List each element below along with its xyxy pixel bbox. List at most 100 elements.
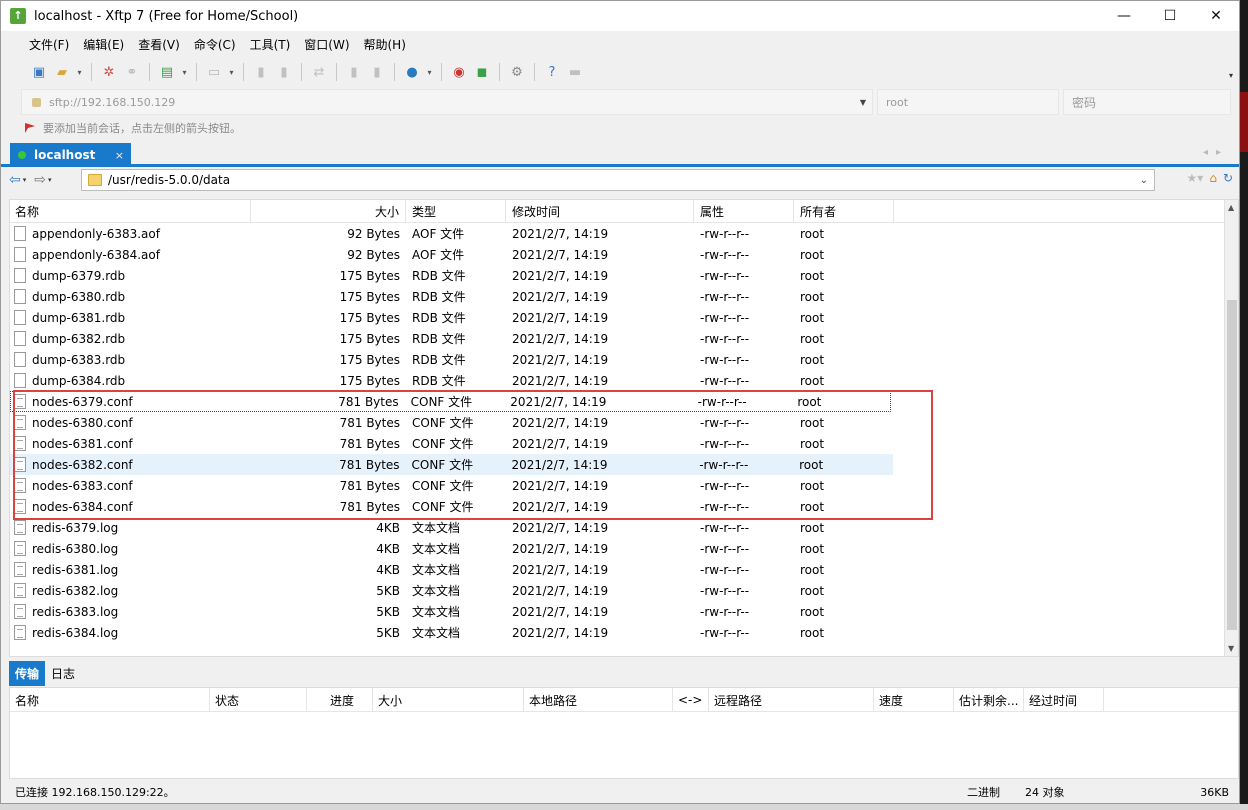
file-row[interactable]: dump-6379.rdb 175 Bytes RDB 文件 2021/2/7,… xyxy=(10,265,1238,286)
close-button[interactable]: ✕ xyxy=(1193,1,1239,31)
sync-icon[interactable]: ⇄ xyxy=(309,62,329,82)
add-session-arrow-icon[interactable] xyxy=(25,123,35,133)
view-icon[interactable]: ▭ xyxy=(204,62,224,82)
disconnect-icon[interactable]: ✲ xyxy=(99,62,119,82)
transfer-column-size[interactable]: 大小 xyxy=(373,688,524,712)
transfer-column-status[interactable]: 状态 xyxy=(210,688,307,712)
file-row[interactable]: appendonly-6383.aof 92 Bytes AOF 文件 2021… xyxy=(10,223,1238,244)
xftp-icon[interactable]: ◼ xyxy=(472,62,492,82)
password-input[interactable]: 密码 xyxy=(1063,89,1231,115)
file-row[interactable]: dump-6381.rdb 175 Bytes RDB 文件 2021/2/7,… xyxy=(10,307,1238,328)
file-row[interactable]: nodes-6383.conf 781 Bytes CONF 文件 2021/2… xyxy=(10,475,1238,496)
file-row-hovered[interactable]: nodes-6382.conf 781 Bytes CONF 文件 2021/2… xyxy=(10,454,893,475)
tab-close-icon[interactable]: × xyxy=(115,149,124,162)
file-name: dump-6382.rdb xyxy=(32,331,126,346)
chat-icon[interactable]: ▬ xyxy=(565,62,585,82)
transfer-up-icon[interactable]: ▮ xyxy=(344,62,364,82)
menu-edit[interactable]: 编辑(E) xyxy=(83,36,124,53)
text-file-icon xyxy=(14,415,26,430)
file-row[interactable]: redis-6379.log 4KB 文本文档 2021/2/7, 14:19 … xyxy=(10,517,1238,538)
transfer-down-icon[interactable]: ▮ xyxy=(367,62,387,82)
maximize-button[interactable]: ☐ xyxy=(1147,1,1193,31)
forward-arrow-icon[interactable]: ⇨ xyxy=(34,172,46,188)
menu-file[interactable]: 文件(F) xyxy=(29,36,69,53)
path-input[interactable]: /usr/redis-5.0.0/data ⌄ xyxy=(81,169,1155,191)
file-row[interactable]: nodes-6380.conf 781 Bytes CONF 文件 2021/2… xyxy=(10,412,1238,433)
transfer-mode[interactable]: 二进制 xyxy=(967,784,1025,800)
scroll-up-icon[interactable]: ▲ xyxy=(1228,203,1234,212)
file-row[interactable]: redis-6384.log 5KB 文本文档 2021/2/7, 14:19 … xyxy=(10,622,1238,643)
file-row[interactable]: redis-6381.log 4KB 文本文档 2021/2/7, 14:19 … xyxy=(10,559,1238,580)
menu-command[interactable]: 命令(C) xyxy=(194,36,236,53)
column-size[interactable]: 大小 xyxy=(251,200,406,223)
file-row[interactable]: nodes-6384.conf 781 Bytes CONF 文件 2021/2… xyxy=(10,496,1238,517)
new-session-icon[interactable]: ▣ xyxy=(29,62,49,82)
scroll-down-icon[interactable]: ▼ xyxy=(1228,644,1234,653)
file-row[interactable]: appendonly-6384.aof 92 Bytes AOF 文件 2021… xyxy=(10,244,1238,265)
title-bar[interactable]: ↑ localhost - Xftp 7 (Free for Home/Scho… xyxy=(1,1,1239,31)
open-folder-icon[interactable]: ▰ xyxy=(52,62,72,82)
username-input[interactable]: root xyxy=(877,89,1059,115)
remote-file-list[interactable]: ⌃ 名称 大小 类型 修改时间 属性 所有者 appendonly-6383.a… xyxy=(9,199,1239,657)
file-row[interactable]: redis-6383.log 5KB 文本文档 2021/2/7, 14:19 … xyxy=(10,601,1238,622)
file-modified: 2021/2/7, 14:19 xyxy=(512,310,609,325)
globe-icon[interactable]: ● xyxy=(402,62,422,82)
globe-dropdown-icon[interactable]: ▾ xyxy=(425,62,434,82)
column-owner[interactable]: 所有者 xyxy=(794,200,894,223)
tab-localhost[interactable]: localhost × xyxy=(10,143,131,167)
transfer-column-remote-path[interactable]: 远程路径 xyxy=(709,688,874,712)
minimize-button[interactable]: — xyxy=(1101,1,1147,31)
help-icon[interactable]: ? xyxy=(542,62,562,82)
transfer-column-eta[interactable]: 估计剩余... xyxy=(954,688,1024,712)
copy-icon[interactable]: ▮ xyxy=(251,62,271,82)
tab-scroll-icons[interactable]: ◂▸ xyxy=(1203,147,1229,158)
open-dropdown-icon[interactable]: ▾ xyxy=(75,62,84,82)
file-row-focused[interactable]: nodes-6379.conf 781 Bytes CONF 文件 2021/2… xyxy=(10,391,891,412)
menu-window[interactable]: 窗口(W) xyxy=(304,36,349,53)
transfer-column-elapsed[interactable]: 经过时间 xyxy=(1024,688,1104,712)
host-input[interactable]: sftp://192.168.150.129 ▼ xyxy=(21,89,873,115)
file-row[interactable]: redis-6380.log 4KB 文本文档 2021/2/7, 14:19 … xyxy=(10,538,1238,559)
home-icon[interactable]: ⌂ xyxy=(1209,171,1217,185)
vertical-scrollbar[interactable]: ▲ ▼ xyxy=(1224,200,1238,656)
new-dropdown-icon[interactable]: ▾ xyxy=(180,62,189,82)
column-modified[interactable]: 修改时间 xyxy=(506,200,694,223)
menu-view[interactable]: 查看(V) xyxy=(138,36,180,53)
file-name: dump-6380.rdb xyxy=(32,289,126,304)
menu-help[interactable]: 帮助(H) xyxy=(364,36,406,53)
tab-log[interactable]: 日志 xyxy=(45,661,81,686)
refresh-icon[interactable]: ↻ xyxy=(1223,171,1233,185)
view-dropdown-icon[interactable]: ▾ xyxy=(227,62,236,82)
file-size: 4KB xyxy=(376,541,400,556)
transfer-list[interactable]: 名称 状态 进度 大小 本地路径 <-> 远程路径 速度 估计剩余... 经过时… xyxy=(9,687,1239,779)
gear-icon[interactable]: ⚙ xyxy=(507,62,527,82)
scrollbar-thumb[interactable] xyxy=(1227,300,1237,630)
transfer-column-name[interactable]: 名称 xyxy=(10,688,210,712)
host-dropdown-icon[interactable]: ▼ xyxy=(860,98,866,107)
back-dropdown-icon[interactable]: ▾ xyxy=(23,176,27,184)
xshell-icon[interactable]: ◉ xyxy=(449,62,469,82)
reconnect-icon[interactable]: ⚭ xyxy=(122,62,142,82)
path-dropdown-icon[interactable]: ⌄ xyxy=(1140,175,1148,186)
transfer-column-speed[interactable]: 速度 xyxy=(874,688,954,712)
file-row[interactable]: dump-6383.rdb 175 Bytes RDB 文件 2021/2/7,… xyxy=(10,349,1238,370)
column-attributes[interactable]: 属性 xyxy=(694,200,794,223)
toolbar-overflow-icon[interactable]: ▾ xyxy=(1229,71,1233,80)
file-row[interactable]: nodes-6381.conf 781 Bytes CONF 文件 2021/2… xyxy=(10,433,1238,454)
new-folder-icon[interactable]: ▤ xyxy=(157,62,177,82)
tab-transfer[interactable]: 传输 xyxy=(9,661,46,686)
file-row[interactable]: dump-6380.rdb 175 Bytes RDB 文件 2021/2/7,… xyxy=(10,286,1238,307)
file-row[interactable]: dump-6384.rdb 175 Bytes RDB 文件 2021/2/7,… xyxy=(10,370,1238,391)
file-row[interactable]: dump-6382.rdb 175 Bytes RDB 文件 2021/2/7,… xyxy=(10,328,1238,349)
paste-icon[interactable]: ▮ xyxy=(274,62,294,82)
menu-tools[interactable]: 工具(T) xyxy=(250,36,291,53)
transfer-column-local-path[interactable]: 本地路径 xyxy=(524,688,673,712)
column-type[interactable]: 类型 xyxy=(406,200,506,223)
forward-dropdown-icon[interactable]: ▾ xyxy=(48,176,52,184)
transfer-column-direction[interactable]: <-> xyxy=(673,688,709,712)
back-arrow-icon[interactable]: ⇦ xyxy=(9,172,21,188)
favorites-star-icon[interactable]: ★▾ xyxy=(1187,171,1204,185)
file-row[interactable]: redis-6382.log 5KB 文本文档 2021/2/7, 14:19 … xyxy=(10,580,1238,601)
text-file-icon xyxy=(14,520,26,535)
transfer-column-progress[interactable]: 进度 xyxy=(307,688,373,712)
